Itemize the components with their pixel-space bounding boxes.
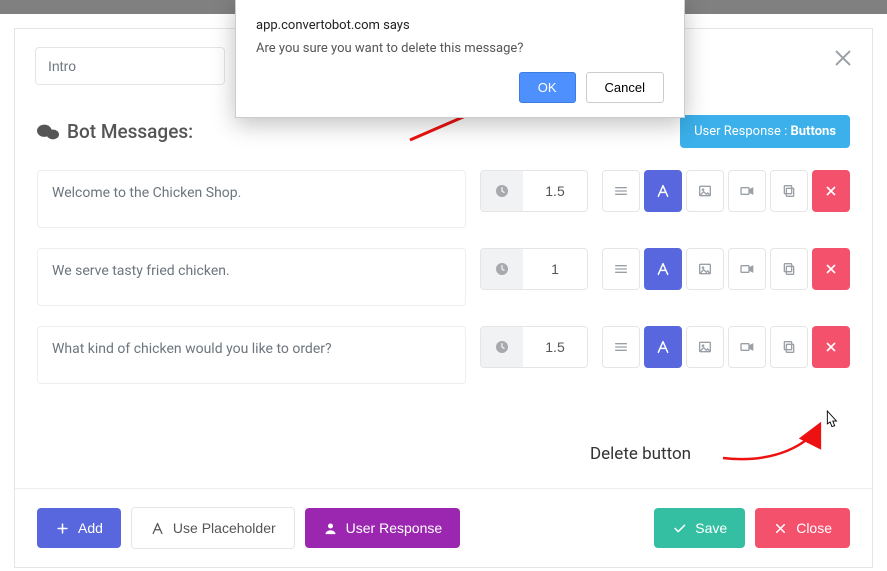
- delete-button[interactable]: [812, 248, 850, 290]
- cursor-pointer-icon: [820, 409, 842, 435]
- copy-button[interactable]: [770, 170, 808, 212]
- user-response-button[interactable]: User Response: [305, 508, 461, 548]
- copy-button[interactable]: [770, 248, 808, 290]
- confirm-ok-button[interactable]: OK: [519, 72, 576, 103]
- confirm-cancel-button[interactable]: Cancel: [586, 72, 664, 103]
- video-button[interactable]: [728, 326, 766, 368]
- message-text-input[interactable]: What kind of chicken would you like to o…: [37, 326, 466, 384]
- clock-icon: [481, 171, 523, 211]
- annotation-delete-label: Delete button: [590, 444, 691, 464]
- message-row: Welcome to the Chicken Shop.: [15, 160, 872, 238]
- message-row: What kind of chicken would you like to o…: [15, 316, 872, 394]
- image-button[interactable]: [686, 248, 724, 290]
- text-type-button[interactable]: [644, 326, 682, 368]
- confirm-host-text: app.convertobot.com says: [256, 18, 664, 33]
- text-type-button[interactable]: [644, 170, 682, 212]
- message-text-input[interactable]: Welcome to the Chicken Shop.: [37, 170, 466, 228]
- delay-field[interactable]: [480, 170, 588, 212]
- browser-confirm-dialog: app.convertobot.com says Are you sure yo…: [235, 0, 685, 118]
- delay-field[interactable]: [480, 248, 588, 290]
- user-response-mode-pill[interactable]: User Response : Buttons: [680, 115, 850, 148]
- video-button[interactable]: [728, 170, 766, 212]
- use-placeholder-button[interactable]: Use Placeholder: [131, 507, 295, 549]
- image-button[interactable]: [686, 170, 724, 212]
- modal-close-button[interactable]: [832, 47, 854, 69]
- delete-button[interactable]: [812, 326, 850, 368]
- save-button[interactable]: Save: [654, 508, 745, 548]
- video-button[interactable]: [728, 248, 766, 290]
- modal-footer: Add Use Placeholder User Response Save C…: [15, 488, 872, 567]
- clock-icon: [481, 249, 523, 289]
- delay-value-input[interactable]: [523, 327, 587, 367]
- chat-icon: [37, 123, 59, 141]
- text-type-button[interactable]: [644, 248, 682, 290]
- add-button[interactable]: Add: [37, 508, 121, 548]
- copy-button[interactable]: [770, 326, 808, 368]
- clock-icon: [481, 327, 523, 367]
- message-group-title-input[interactable]: [35, 47, 225, 85]
- drag-handle-button[interactable]: [602, 170, 640, 212]
- image-button[interactable]: [686, 326, 724, 368]
- section-heading: Bot Messages:: [37, 120, 193, 143]
- delay-field[interactable]: [480, 326, 588, 368]
- drag-handle-button[interactable]: [602, 248, 640, 290]
- message-row: We serve tasty fried chicken.: [15, 238, 872, 316]
- delay-value-input[interactable]: [523, 249, 587, 289]
- close-button[interactable]: Close: [755, 508, 850, 548]
- section-title-text: Bot Messages:: [67, 120, 193, 143]
- delete-button[interactable]: [812, 170, 850, 212]
- confirm-message-text: Are you sure you want to delete this mes…: [256, 41, 664, 56]
- drag-handle-button[interactable]: [602, 326, 640, 368]
- message-text-input[interactable]: We serve tasty fried chicken.: [37, 248, 466, 306]
- delay-value-input[interactable]: [523, 171, 587, 211]
